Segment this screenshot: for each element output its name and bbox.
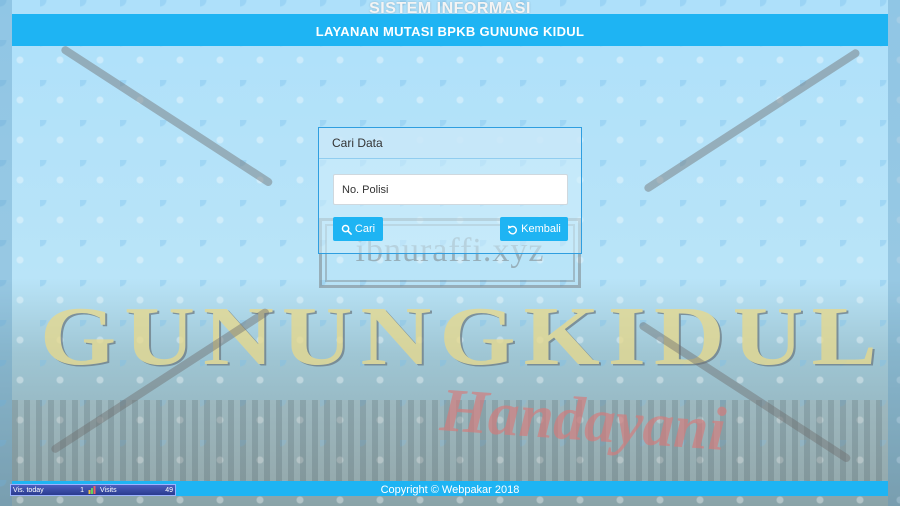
visits-today-label: Vis. today [13,486,44,494]
site-title: SISTEM INFORMASI [369,0,531,17]
watermark-line [59,44,274,188]
search-icon [341,224,352,235]
panel-heading: Cari Data [319,128,581,159]
right-edge [888,0,900,506]
left-edge [0,0,12,506]
chart-icon [86,485,98,495]
police-number-input[interactable] [333,174,568,205]
visits-total-value: 49 [165,486,173,494]
back-button-label: Kembali [521,223,561,235]
visits-total-label: Visits [100,486,117,494]
undo-icon [507,224,518,235]
page-subtitle: LAYANAN MUTASI BPKB GUNUNG KIDUL [315,24,585,39]
back-button[interactable]: Kembali [500,217,568,241]
watermark-line [642,47,862,194]
header-bar: LAYANAN MUTASI BPKB GUNUNG KIDUL [12,14,888,46]
visits-today-value: 1 [80,486,84,494]
search-button[interactable]: Cari [333,217,383,241]
search-button-label: Cari [354,223,376,235]
visit-counter[interactable]: Vis. today 1 Visits 49 [10,484,176,496]
search-panel: Cari Data Cari Kembali [318,127,582,254]
